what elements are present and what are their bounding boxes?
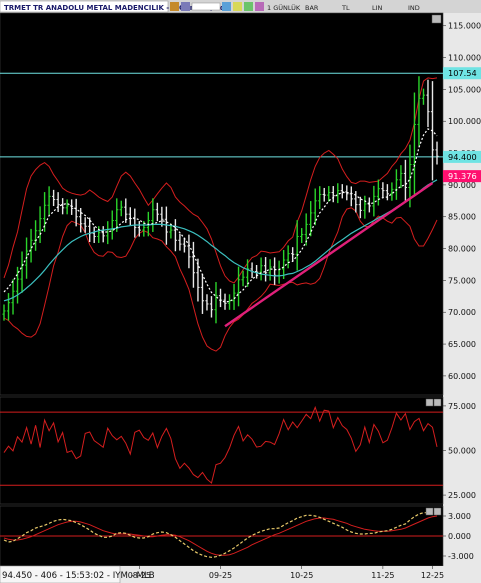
price-tick-label: 80.000	[448, 245, 476, 254]
macd-close-icon[interactable]	[433, 507, 442, 516]
price-tick-label: 75.000	[448, 276, 476, 285]
time-tick-label: 09-25	[209, 571, 232, 580]
svg-text:91.376: 91.376	[448, 171, 477, 181]
title-bar: TRMET TR ANADOLU METAL MADENCILIK - 1 Gü…	[0, 0, 481, 13]
rsi-tick-label: 25.000	[448, 491, 476, 500]
level-badge-94: 94.400	[443, 150, 481, 163]
price-axis-panel[interactable]	[443, 13, 481, 566]
price-tick-label: 110.000	[448, 54, 481, 63]
toolbar-icons	[170, 2, 264, 11]
time-tick-label: 11-25	[371, 571, 394, 580]
price-tick-label: 70.000	[448, 308, 476, 317]
macd-tick-label: -3.000	[448, 552, 474, 561]
stock-chart[interactable]: TRMET TR ANADOLU METAL MADENCILIK - 1 Gü…	[0, 0, 481, 583]
rsi-tick-label: 50.000	[448, 447, 476, 456]
price-tick-label: 85.000	[448, 213, 476, 222]
time-tick-label: 12-25	[421, 571, 444, 580]
svg-text:94.400: 94.400	[448, 152, 477, 162]
price-tick-label: 115.000	[448, 22, 481, 31]
last-price-badge: 91.376	[443, 170, 481, 183]
tool-icon[interactable]	[255, 2, 264, 11]
rsi-close-icon[interactable]	[433, 398, 442, 407]
pane-settings-icon[interactable]	[431, 14, 442, 24]
svg-text:107.54: 107.54	[448, 68, 477, 78]
price-tick-label: 90.000	[448, 181, 476, 190]
price-tick-label: 65.000	[448, 340, 476, 349]
macd-tick-label: 3.000	[448, 512, 471, 521]
status-text: 94.450 - 406 - 15:53:02 - IYM - MLB	[2, 571, 155, 581]
macd-tick-label: 0.000	[448, 532, 471, 541]
price-tick-label: 105.000	[448, 85, 481, 94]
tool-icon[interactable]	[233, 2, 242, 11]
tool-icon[interactable]	[170, 2, 179, 11]
tool-icon[interactable]	[191, 2, 221, 11]
tool-icon[interactable]	[181, 2, 190, 11]
time-tick-label: 10-25	[290, 571, 313, 580]
toolbar-button-currency[interactable]: TL	[341, 4, 350, 12]
rsi-tick-label: 75.000	[448, 402, 476, 411]
rsi-minimize-icon[interactable]	[425, 398, 434, 407]
macd-minimize-icon[interactable]	[425, 507, 434, 516]
price-tick-label: 60.000	[448, 372, 476, 381]
pane-controls	[431, 14, 442, 24]
toolbar-button-period[interactable]: 1 GÜNLÜK	[267, 3, 301, 12]
toolbar-button-bar[interactable]: BAR	[305, 4, 319, 12]
macd-axis-ticks: 3.000 0.000 -3.000	[443, 512, 474, 561]
price-tick-label: 100.000	[448, 117, 481, 126]
level-badge-107: 107.54	[443, 67, 481, 80]
toolbar-button-scale[interactable]: LIN	[372, 4, 383, 12]
tool-icon[interactable]	[244, 2, 253, 11]
tool-icon[interactable]	[222, 2, 231, 11]
toolbar-button-indicators[interactable]: IND	[408, 4, 420, 12]
